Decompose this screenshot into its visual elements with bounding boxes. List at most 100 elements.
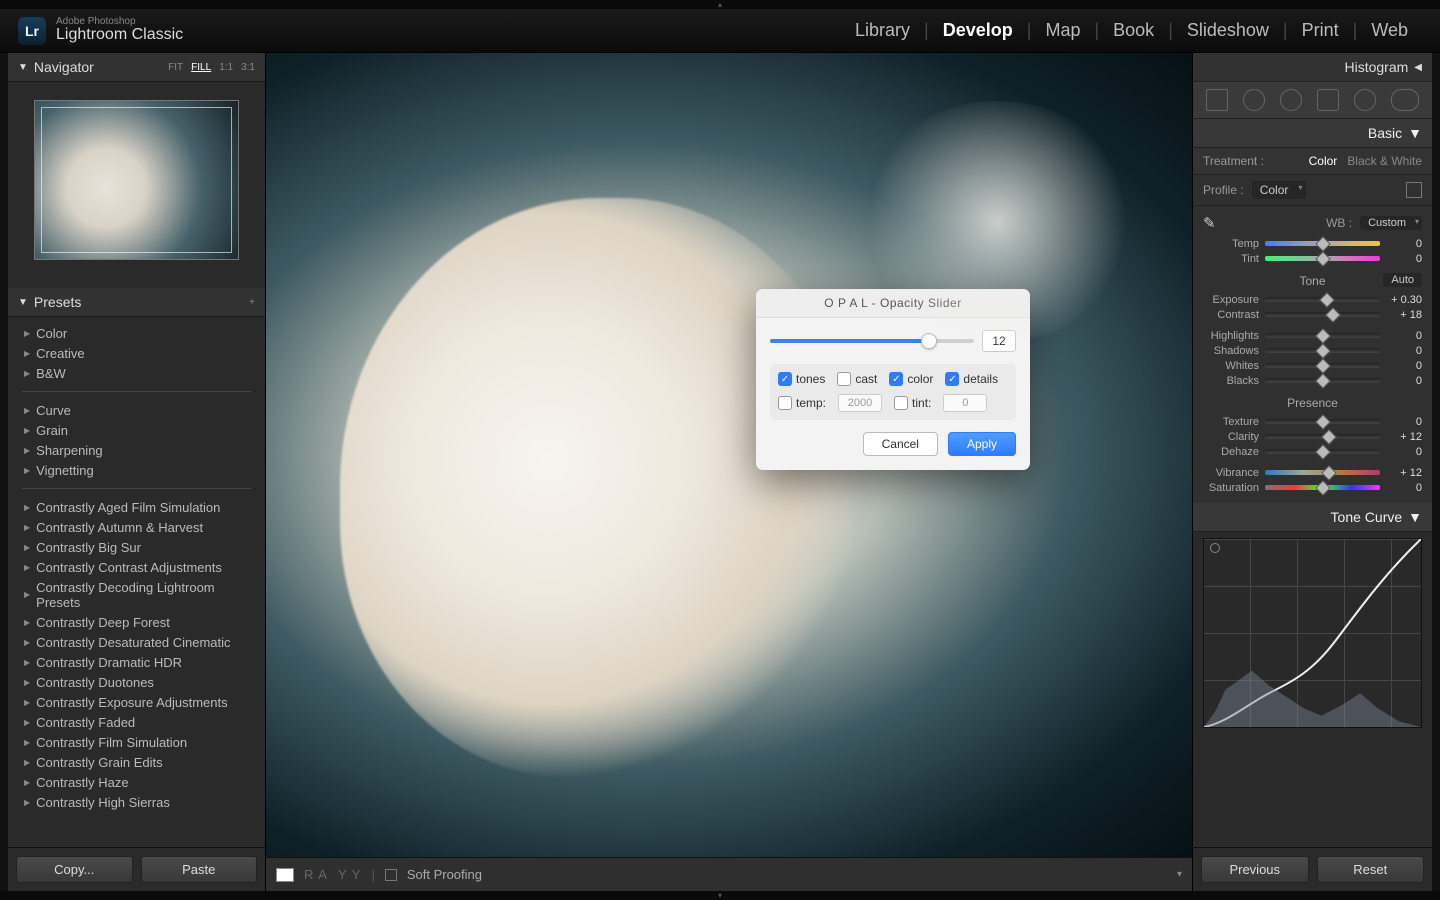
cancel-button[interactable]: Cancel (863, 432, 938, 456)
checkbox-cast[interactable]: cast (837, 372, 877, 386)
tab-print[interactable]: Print (1288, 20, 1353, 41)
saturation-slider[interactable] (1265, 485, 1380, 490)
preset-folder[interactable]: ▶Contrastly Faded (18, 712, 255, 732)
preset-folder[interactable]: ▶Contrastly Deep Forest (18, 612, 255, 632)
slider-knob-icon[interactable] (921, 333, 937, 349)
blacks-slider[interactable] (1265, 378, 1380, 383)
preset-folder[interactable]: ▶Contrastly Dramatic HDR (18, 652, 255, 672)
shadows-slider[interactable] (1265, 348, 1380, 353)
checkbox-tint[interactable]: tint: (894, 396, 931, 410)
collapse-bottom-icon[interactable]: ▾ (0, 891, 1440, 900)
collapse-top-icon[interactable]: ▴ (0, 0, 1440, 9)
slider-value[interactable]: + 18 (1386, 309, 1422, 321)
slider-value[interactable]: 0 (1386, 482, 1422, 494)
preset-folder[interactable]: ▶Contrastly Decoding Lightroom Presets (18, 577, 255, 612)
slider-value[interactable]: + 0.30 (1386, 294, 1422, 306)
profile-browser-icon[interactable] (1406, 182, 1422, 198)
crop-tool-icon[interactable] (1206, 89, 1228, 111)
texture-slider[interactable] (1265, 419, 1380, 424)
soft-proof-checkbox[interactable] (385, 869, 397, 881)
preset-folder[interactable]: ▶Contrastly Duotones (18, 672, 255, 692)
apply-button[interactable]: Apply (948, 432, 1016, 456)
wb-dropdown[interactable]: Custom (1360, 216, 1422, 230)
preset-folder[interactable]: ▶Grain (18, 420, 255, 440)
treatment-color[interactable]: Color (1309, 154, 1338, 168)
preset-folder[interactable]: ▶Contrastly Contrast Adjustments (18, 557, 255, 577)
copy-button[interactable]: Copy... (16, 856, 133, 883)
zoom-1-1[interactable]: 1:1 (219, 62, 233, 73)
preset-folder[interactable]: ▶Creative (18, 343, 255, 363)
histogram-header[interactable]: Histogram ◀ (1193, 53, 1432, 81)
checkbox-temp[interactable]: temp: (778, 396, 826, 410)
zoom-3-1[interactable]: 3:1 (241, 62, 255, 73)
tab-map[interactable]: Map (1031, 20, 1094, 41)
preset-folder[interactable]: ▶Curve (18, 400, 255, 420)
slider-value[interactable]: 0 (1386, 345, 1422, 357)
checkbox-details[interactable]: ✓details (945, 372, 998, 386)
temp-slider[interactable] (1265, 241, 1380, 246)
preset-folder[interactable]: ▶Contrastly Autumn & Harvest (18, 517, 255, 537)
dehaze-slider[interactable] (1265, 449, 1380, 454)
before-after-yy[interactable]: Y Y (338, 867, 361, 882)
whites-slider[interactable] (1265, 363, 1380, 368)
preset-folder[interactable]: ▶Sharpening (18, 440, 255, 460)
contrast-slider[interactable] (1265, 312, 1380, 317)
preset-folder[interactable]: ▶Contrastly Exposure Adjustments (18, 692, 255, 712)
slider-value[interactable]: 0 (1386, 446, 1422, 458)
preset-folder[interactable]: ▶Contrastly High Sierras (18, 792, 255, 812)
clarity-slider[interactable] (1265, 434, 1380, 439)
loupe-view-icon[interactable] (276, 868, 294, 882)
preset-folder[interactable]: ▶Vignetting (18, 460, 255, 480)
auto-button[interactable]: Auto (1383, 273, 1422, 287)
preset-folder[interactable]: ▶Contrastly Big Sur (18, 537, 255, 557)
slider-value[interactable]: 0 (1386, 330, 1422, 342)
tone-curve-graph[interactable] (1203, 538, 1422, 728)
zoom-fill[interactable]: FILL (191, 62, 211, 73)
temp-field[interactable]: 2000 (838, 394, 882, 412)
slider-value[interactable]: 0 (1386, 416, 1422, 428)
opacity-slider[interactable] (770, 339, 974, 343)
before-after-ra[interactable]: R A (304, 867, 328, 882)
preset-folder[interactable]: ▶Contrastly Desaturated Cinematic (18, 632, 255, 652)
radial-tool-icon[interactable] (1354, 89, 1376, 111)
tint-slider[interactable] (1265, 256, 1380, 261)
previous-button[interactable]: Previous (1201, 856, 1309, 883)
checkbox-tones[interactable]: ✓tones (778, 372, 825, 386)
preset-folder[interactable]: ▶Contrastly Grain Edits (18, 752, 255, 772)
add-preset-icon[interactable]: + (249, 297, 255, 308)
reset-button[interactable]: Reset (1317, 856, 1425, 883)
basic-header[interactable]: Basic▼ (1193, 119, 1432, 148)
tab-web[interactable]: Web (1357, 20, 1422, 41)
slider-value[interactable]: + 12 (1386, 431, 1422, 443)
image-canvas[interactable]: O P A L - Opacity Slider 12 ✓tones cast (266, 53, 1192, 857)
slider-value[interactable]: 0 (1386, 375, 1422, 387)
zoom-fit[interactable]: FIT (168, 62, 183, 73)
profile-dropdown[interactable]: Color (1252, 181, 1307, 199)
slider-value[interactable]: 0 (1386, 360, 1422, 372)
toolbar-menu-icon[interactable]: ▾ (1177, 869, 1182, 880)
tab-slideshow[interactable]: Slideshow (1173, 20, 1283, 41)
highlights-slider[interactable] (1265, 333, 1380, 338)
exposure-slider[interactable] (1265, 297, 1380, 302)
tab-library[interactable]: Library (841, 20, 924, 41)
paste-button[interactable]: Paste (141, 856, 258, 883)
preset-folder[interactable]: ▶Contrastly Haze (18, 772, 255, 792)
tint-field[interactable]: 0 (943, 394, 987, 412)
tab-develop[interactable]: Develop (929, 20, 1027, 41)
navigator-header[interactable]: ▼ Navigator FIT FILL 1:1 3:1 (8, 53, 265, 82)
slider-value[interactable]: + 12 (1386, 467, 1422, 479)
checkbox-color[interactable]: ✓color (889, 372, 933, 386)
wb-eyedropper-icon[interactable]: ✎ (1203, 214, 1223, 232)
gradient-tool-icon[interactable] (1317, 89, 1339, 111)
brush-tool-icon[interactable] (1391, 89, 1419, 111)
slider-value[interactable]: 0 (1386, 253, 1422, 265)
tone-curve-header[interactable]: Tone Curve▼ (1193, 503, 1432, 532)
opacity-value-input[interactable]: 12 (982, 330, 1016, 352)
spot-removal-icon[interactable] (1243, 89, 1265, 111)
treatment-bw[interactable]: Black & White (1347, 154, 1422, 168)
slider-value[interactable]: 0 (1386, 238, 1422, 250)
preset-folder[interactable]: ▶Color (18, 323, 255, 343)
redeye-tool-icon[interactable] (1280, 89, 1302, 111)
tab-book[interactable]: Book (1099, 20, 1168, 41)
preset-folder[interactable]: ▶Contrastly Aged Film Simulation (18, 497, 255, 517)
